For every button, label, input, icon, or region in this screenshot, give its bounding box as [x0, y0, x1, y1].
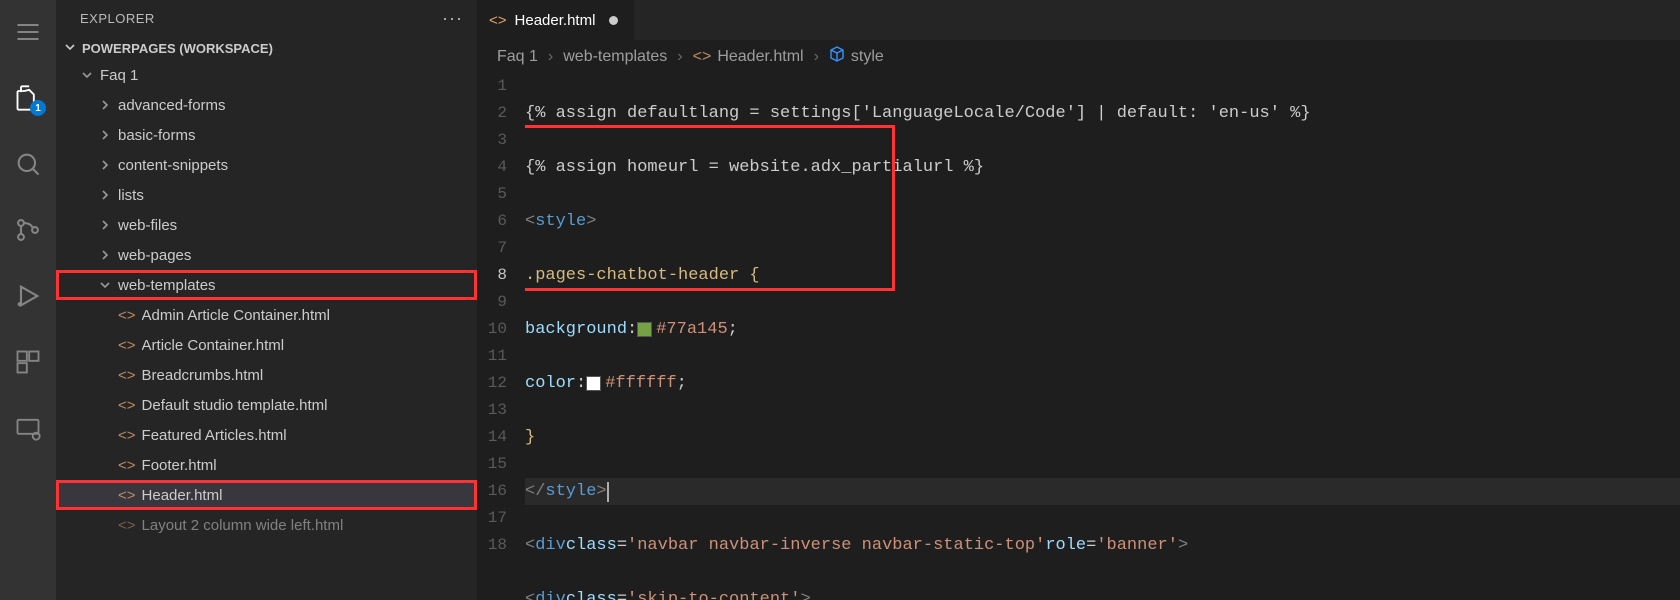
line-gutter: 1 2 3 4 5 6 7 8 9 10 11 12 13 14 15 16 1… [477, 73, 525, 600]
chevron-right-icon: › [548, 48, 553, 66]
html-file-icon: <> [118, 457, 136, 474]
file-item[interactable]: <> Breadcrumbs.html [56, 360, 477, 390]
file-item[interactable]: <> Featured Articles.html [56, 420, 477, 450]
file-label: Featured Articles.html [142, 427, 287, 444]
chevron-right-icon: › [677, 48, 682, 66]
file-item[interactable]: <> Layout 2 column wide left.html [56, 510, 477, 540]
file-label: Article Container.html [142, 337, 285, 354]
folder-item[interactable]: web-files [56, 210, 477, 240]
explorer-icon[interactable]: 1 [4, 74, 52, 122]
chevron-right-icon [98, 99, 112, 111]
file-label: Default studio template.html [142, 397, 328, 414]
html-file-icon: <> [118, 397, 136, 414]
chevron-right-icon [98, 189, 112, 201]
chevron-right-icon [98, 129, 112, 141]
chevron-right-icon [98, 219, 112, 231]
folder-root[interactable]: Faq 1 [56, 60, 477, 90]
code-editor[interactable]: 1 2 3 4 5 6 7 8 9 10 11 12 13 14 15 16 1… [477, 73, 1680, 600]
folder-label: web-files [118, 217, 177, 234]
run-debug-icon[interactable] [4, 272, 52, 320]
html-file-icon: <> [118, 517, 136, 534]
workspace-label: POWERPAGES (WORKSPACE) [82, 41, 273, 56]
file-label: Footer.html [142, 457, 217, 474]
html-file-icon: <> [118, 487, 136, 504]
folder-item[interactable]: basic-forms [56, 120, 477, 150]
folder-label: web-pages [118, 247, 191, 264]
html-file-icon: <> [118, 307, 136, 324]
html-file-icon: <> [118, 337, 136, 354]
folder-label: advanced-forms [118, 97, 226, 114]
folder-label: web-templates [118, 277, 216, 294]
tab-header-html[interactable]: <> Header.html [477, 0, 635, 40]
chevron-down-icon [98, 279, 112, 291]
symbol-icon [829, 46, 845, 67]
file-item[interactable]: <> Footer.html [56, 450, 477, 480]
breadcrumb-item[interactable]: style [829, 46, 884, 67]
menu-icon[interactable] [4, 8, 52, 56]
extensions-icon[interactable] [4, 338, 52, 386]
breadcrumb-item[interactable]: web-templates [563, 48, 667, 66]
file-label: Admin Article Container.html [142, 307, 330, 324]
tab-label: Header.html [515, 12, 596, 29]
tabs-row: <> Header.html [477, 0, 1680, 40]
code-content[interactable]: {% assign defaultlang = settings['Langua… [525, 73, 1680, 600]
sidebar-title-row: EXPLORER ··· [56, 0, 477, 37]
chevron-right-icon [98, 249, 112, 261]
color-swatch-icon [637, 322, 652, 337]
explorer-badge: 1 [30, 100, 46, 116]
folder-item[interactable]: web-pages [56, 240, 477, 270]
folder-web-templates[interactable]: web-templates [56, 270, 477, 300]
folder-item[interactable]: content-snippets [56, 150, 477, 180]
folder-item[interactable]: lists [56, 180, 477, 210]
explorer-sidebar: EXPLORER ··· POWERPAGES (WORKSPACE) Faq … [56, 0, 477, 600]
color-swatch-icon [586, 376, 601, 391]
dirty-indicator-icon [609, 16, 618, 25]
search-icon[interactable] [4, 140, 52, 188]
file-header-html[interactable]: <> Header.html [56, 480, 477, 510]
sidebar-more-icon[interactable]: ··· [442, 8, 463, 29]
html-file-icon: <> [118, 367, 136, 384]
html-file-icon: <> [489, 12, 507, 29]
chevron-down-icon [80, 69, 94, 81]
chevron-right-icon: › [814, 48, 819, 66]
source-control-icon[interactable] [4, 206, 52, 254]
file-item[interactable]: <> Admin Article Container.html [56, 300, 477, 330]
chevron-right-icon [98, 159, 112, 171]
chevron-down-icon [64, 41, 76, 56]
breadcrumb-item[interactable]: <>Header.html [693, 48, 804, 66]
folder-label: basic-forms [118, 127, 196, 144]
sidebar-title: EXPLORER [80, 11, 155, 26]
folder-label: lists [118, 187, 144, 204]
file-label: Layout 2 column wide left.html [142, 517, 344, 534]
activity-bar: 1 [0, 0, 56, 600]
file-label: Header.html [142, 487, 223, 504]
breadcrumbs: Faq 1 › web-templates › <>Header.html › sty… [477, 40, 1680, 73]
html-file-icon: <> [118, 427, 136, 444]
workspace-header[interactable]: POWERPAGES (WORKSPACE) [56, 37, 477, 60]
file-label: Breadcrumbs.html [142, 367, 264, 384]
file-item[interactable]: <> Article Container.html [56, 330, 477, 360]
editor-area: <> Header.html Faq 1› web-templates› <>H… [477, 0, 1680, 600]
folder-item[interactable]: advanced-forms [56, 90, 477, 120]
folder-label: Faq 1 [100, 67, 138, 84]
file-tree: Faq 1 advanced-forms basic-forms content… [56, 60, 477, 600]
remote-icon[interactable] [4, 404, 52, 452]
breadcrumb-item[interactable]: Faq 1 [497, 48, 538, 66]
folder-label: content-snippets [118, 157, 228, 174]
file-item[interactable]: <> Default studio template.html [56, 390, 477, 420]
